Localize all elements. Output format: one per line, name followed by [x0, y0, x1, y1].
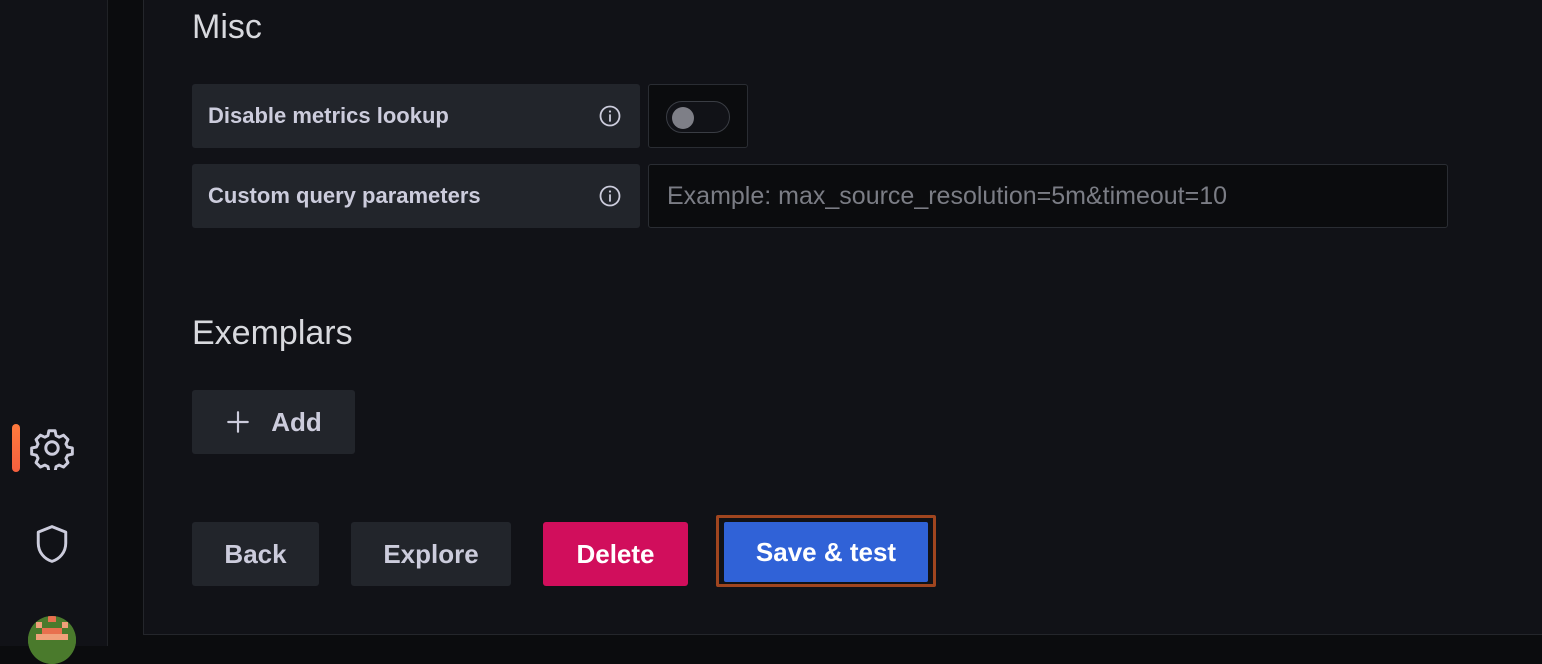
add-exemplar-button[interactable]: Add	[192, 390, 355, 454]
explore-button[interactable]: Explore	[351, 522, 511, 586]
disable-metrics-lookup-text: Disable metrics lookup	[208, 103, 449, 128]
avatar[interactable]	[28, 616, 76, 664]
info-icon[interactable]	[598, 184, 622, 208]
sidebar	[0, 0, 108, 664]
content-gutter	[109, 0, 143, 646]
disable-metrics-lookup-toggle[interactable]	[666, 101, 730, 133]
disable-metrics-lookup-toggle-container	[648, 84, 748, 148]
custom-query-parameters-label: Custom query parameters	[192, 164, 640, 228]
add-button-label: Add	[271, 406, 322, 437]
gear-icon[interactable]	[28, 424, 76, 472]
toggle-knob	[672, 107, 694, 129]
active-indicator	[12, 424, 20, 472]
info-icon[interactable]	[598, 104, 622, 128]
back-button[interactable]: Back	[192, 522, 319, 586]
exemplars-section-title: Exemplars	[192, 314, 353, 352]
shield-icon[interactable]	[28, 520, 76, 568]
delete-button[interactable]: Delete	[543, 522, 688, 586]
custom-query-parameters-input[interactable]	[648, 164, 1448, 228]
custom-query-parameters-text: Custom query parameters	[208, 183, 481, 208]
save-and-test-button[interactable]: Save & test	[724, 522, 928, 582]
misc-section-title: Misc	[192, 8, 262, 46]
plus-icon	[227, 411, 250, 433]
save-button-focus-outline: Save & test	[716, 515, 936, 587]
disable-metrics-lookup-label: Disable metrics lookup	[192, 84, 640, 148]
